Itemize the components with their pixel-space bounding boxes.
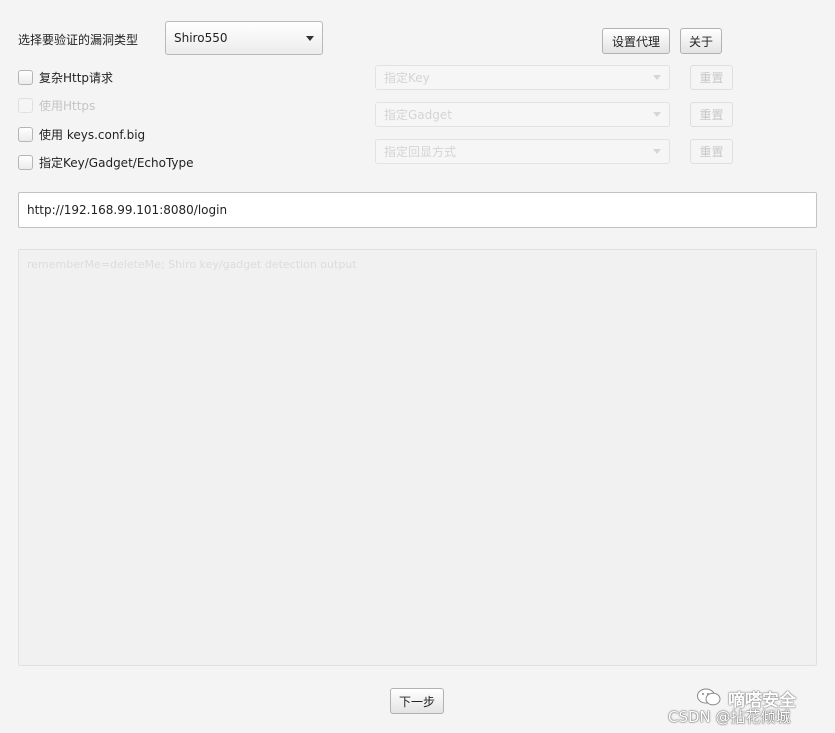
vuln-type-dropdown[interactable]: Shiro550 — [165, 21, 323, 55]
complex-http-option[interactable]: 复杂Http请求 — [18, 69, 113, 86]
reset-echo-type-button[interactable]: 重置 — [690, 139, 733, 164]
output-placeholder: rememberMe=deleteMe; Shiro key/gadget de… — [27, 258, 357, 271]
use-https-option[interactable]: 使用Https — [18, 97, 95, 114]
specify-key-gadget-checkbox[interactable] — [18, 155, 33, 170]
vuln-type-label: 选择要验证的漏洞类型 — [18, 33, 139, 47]
echo-type-dropdown-placeholder: 指定回显方式 — [384, 145, 457, 159]
reset-gadget-button[interactable]: 重置 — [690, 102, 733, 127]
use-https-checkbox[interactable] — [18, 98, 33, 113]
complex-http-label: 复杂Http请求 — [39, 71, 114, 85]
set-proxy-button[interactable]: 设置代理 — [602, 28, 670, 54]
echo-type-dropdown[interactable]: 指定回显方式 — [375, 139, 670, 164]
specify-key-gadget-option[interactable]: 指定Key/Gadget/EchoType — [18, 154, 194, 171]
chevron-down-icon — [653, 149, 661, 154]
target-url-value: http://192.168.99.101:8080/login — [27, 203, 228, 217]
wechat-icon — [697, 688, 721, 706]
output-textarea[interactable]: rememberMe=deleteMe; Shiro key/gadget de… — [18, 249, 817, 666]
gadget-dropdown-placeholder: 指定Gadget — [384, 108, 452, 122]
about-button[interactable]: 关于 — [680, 28, 722, 54]
key-dropdown[interactable]: 指定Key — [375, 65, 670, 90]
key-dropdown-placeholder: 指定Key — [384, 71, 430, 85]
watermark-author: CSDN @拈花倾城 — [668, 708, 791, 726]
use-keys-conf-checkbox[interactable] — [18, 127, 33, 142]
chevron-down-icon — [653, 75, 661, 80]
gadget-dropdown[interactable]: 指定Gadget — [375, 102, 670, 127]
vuln-type-value: Shiro550 — [174, 31, 228, 45]
next-step-button[interactable]: 下一步 — [390, 688, 444, 714]
use-keys-conf-option[interactable]: 使用 keys.conf.big — [18, 126, 145, 143]
chevron-down-icon — [306, 35, 314, 41]
chevron-down-icon — [653, 112, 661, 117]
use-https-label: 使用Https — [39, 99, 96, 113]
complex-http-checkbox[interactable] — [18, 70, 33, 85]
target-url-input[interactable]: http://192.168.99.101:8080/login — [18, 192, 817, 228]
specify-key-gadget-label: 指定Key/Gadget/EchoType — [39, 156, 194, 170]
shiro-tool-window: 选择要验证的漏洞类型 Shiro550 设置代理 关于 复杂Http请求 使用H… — [0, 0, 835, 733]
reset-key-button[interactable]: 重置 — [690, 65, 733, 90]
use-keys-conf-label: 使用 keys.conf.big — [39, 128, 146, 142]
